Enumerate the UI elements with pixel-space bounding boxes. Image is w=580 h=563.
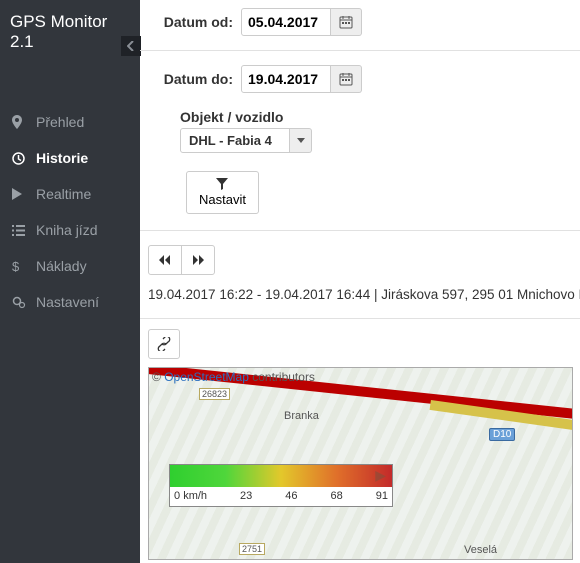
object-row: Objekt / vozidlo DHL - Fabia 4 <box>140 101 580 157</box>
town-label: Branka <box>284 410 319 422</box>
date-from-picker-button[interactable] <box>331 8 362 36</box>
clock-icon <box>12 152 26 165</box>
chevron-left-icon <box>127 41 135 51</box>
sidebar-item-prehled[interactable]: Přehled <box>0 104 140 140</box>
date-to-picker-button[interactable] <box>331 65 362 93</box>
town-label: Veselá <box>464 544 497 556</box>
speed-legend: ▶ 0 km/h 23 46 68 91 <box>169 464 393 507</box>
road-label: 26823 <box>199 388 230 400</box>
main-content: Datum od: Datum do: Objekt / vozidlo DHL… <box>140 0 580 563</box>
legend-tick: 91 <box>376 490 388 502</box>
map[interactable]: D10 26823 2751 Branka Ptýrov Veselá © Op… <box>148 367 573 560</box>
sidebar-nav: Přehled Historie Realtime Kniha jízd $ N… <box>0 104 140 320</box>
trip-summary: 19.04.2017 16:22 - 19.04.2017 16:44 | Ji… <box>140 283 580 312</box>
pin-icon <box>12 115 26 129</box>
sidebar-item-label: Realtime <box>36 186 91 202</box>
legend-tick: 0 km/h <box>174 490 207 502</box>
rewind-icon <box>159 255 171 265</box>
sidebar-item-label: Kniha jízd <box>36 222 97 238</box>
sidebar: GPS Monitor 2.1 Přehled Historie Realtim… <box>0 0 140 563</box>
funnel-icon <box>216 178 228 190</box>
divider <box>140 318 580 319</box>
dollar-icon: $ <box>12 259 26 273</box>
permalink-button[interactable] <box>148 329 180 359</box>
legend-tick: 68 <box>330 490 342 502</box>
object-select-value[interactable]: DHL - Fabia 4 <box>180 128 290 153</box>
sidebar-item-label: Přehled <box>36 114 84 130</box>
calendar-icon <box>339 15 353 29</box>
date-from-row: Datum od: <box>140 0 580 44</box>
svg-text:$: $ <box>12 259 20 273</box>
chevron-down-icon <box>297 138 305 144</box>
date-from-input[interactable] <box>241 8 331 36</box>
sidebar-item-label: Nastavení <box>36 294 99 310</box>
divider <box>140 230 580 231</box>
sidebar-item-naklady[interactable]: $ Náklady <box>0 248 140 284</box>
attribution-prefix: © <box>152 370 164 384</box>
map-attribution: © OpenStreetMap contributors <box>152 370 315 384</box>
object-select-toggle[interactable] <box>290 128 312 153</box>
calendar-icon <box>339 72 353 86</box>
pager-next-button[interactable] <box>181 245 215 275</box>
pager-prev-button[interactable] <box>148 245 182 275</box>
legend-play-icon: ▶ <box>375 467 386 484</box>
sidebar-item-realtime[interactable]: Realtime <box>0 176 140 212</box>
attribution-suffix: contributors <box>249 370 315 384</box>
sidebar-item-historie[interactable]: Historie <box>0 140 140 176</box>
date-to-row: Datum do: <box>140 57 580 101</box>
osm-link[interactable]: OpenStreetMap <box>164 370 249 384</box>
motorway-badge: D10 <box>489 428 515 441</box>
divider <box>140 50 580 51</box>
app-title: GPS Monitor 2.1 <box>0 0 140 64</box>
sidebar-collapse-button[interactable] <box>121 36 141 56</box>
pager <box>140 237 580 283</box>
forward-icon <box>192 255 204 265</box>
speed-legend-gradient: ▶ <box>170 465 392 487</box>
legend-tick: 23 <box>240 490 252 502</box>
date-to-label: Datum do: <box>158 71 233 87</box>
list-icon <box>12 225 26 236</box>
apply-filter-label: Nastavit <box>199 192 246 207</box>
road-label: 2751 <box>239 543 265 555</box>
speed-legend-ticks: 0 km/h 23 46 68 91 <box>170 487 392 506</box>
sidebar-item-nastaveni[interactable]: Nastavení <box>0 284 140 320</box>
object-label: Objekt / vozidlo <box>180 109 580 125</box>
date-to-input[interactable] <box>241 65 331 93</box>
apply-filter-button[interactable]: Nastavit <box>186 171 259 214</box>
date-from-label: Datum od: <box>158 14 233 30</box>
sidebar-item-kniha-jizd[interactable]: Kniha jízd <box>0 212 140 248</box>
play-icon <box>12 188 26 200</box>
gears-icon <box>12 296 26 309</box>
sidebar-item-label: Historie <box>36 150 88 166</box>
legend-tick: 46 <box>285 490 297 502</box>
link-icon <box>157 337 171 351</box>
sidebar-item-label: Náklady <box>36 258 87 274</box>
